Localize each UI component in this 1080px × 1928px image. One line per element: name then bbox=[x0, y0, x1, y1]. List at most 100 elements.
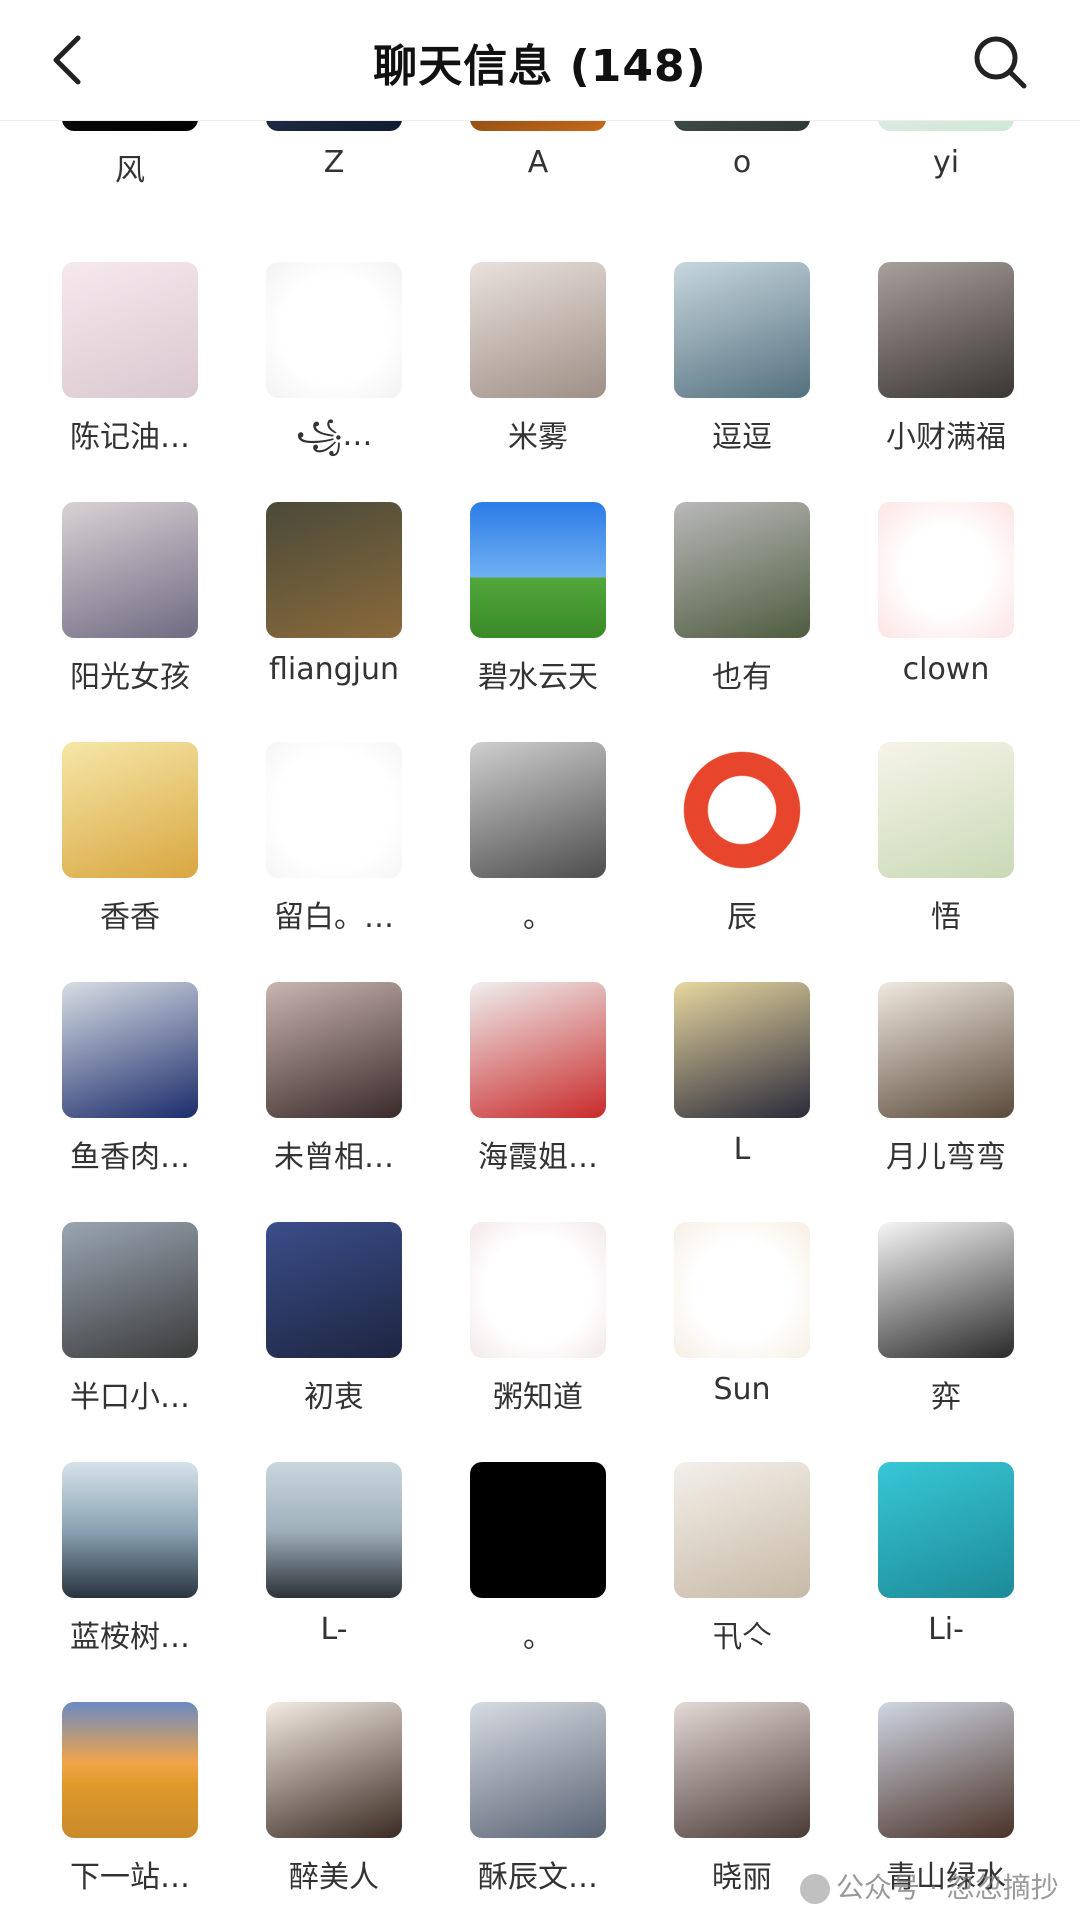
member-item[interactable]: 逗逗 bbox=[640, 262, 844, 502]
member-item[interactable]: L- bbox=[232, 1462, 436, 1702]
avatar-zhou-badge[interactable] bbox=[470, 1222, 606, 1358]
member-item[interactable]: 小财满福 bbox=[844, 262, 1048, 502]
chat-info-page: 风 Z Ao yi 陈记油… ꧁… 米雾 逗逗 小财满福 阳光女孩 fliangjun 碧水云天 也有 c… bbox=[0, 0, 1080, 1928]
member-item[interactable]: 悟 bbox=[844, 742, 1048, 982]
avatar-fuji-sunset[interactable] bbox=[62, 1702, 198, 1838]
avatar-two-girls[interactable] bbox=[674, 502, 810, 638]
avatar-painted-woman[interactable] bbox=[266, 1702, 402, 1838]
member-item[interactable]: 未曾相… bbox=[232, 982, 436, 1222]
member-item[interactable]: 陈记油… bbox=[28, 262, 232, 502]
member-item[interactable]: 。 bbox=[436, 1462, 640, 1702]
avatar-black[interactable] bbox=[470, 1462, 606, 1598]
member-item[interactable]: L bbox=[640, 982, 844, 1222]
page-title: 聊天信息 (148) bbox=[373, 41, 707, 92]
avatar-girl-polaroid[interactable] bbox=[878, 982, 1014, 1118]
avatar-child-badge[interactable] bbox=[674, 1462, 810, 1598]
member-item[interactable]: 阳光女孩 bbox=[28, 502, 232, 742]
member-name: 海霞姐… bbox=[478, 1140, 598, 1175]
member-name: 也有 bbox=[712, 660, 772, 695]
member-item[interactable]: 。 bbox=[436, 742, 640, 982]
member-name: 米雾 bbox=[508, 420, 568, 455]
member-name: 小财满福 bbox=[886, 420, 1006, 455]
avatar-horse-water[interactable] bbox=[878, 1462, 1014, 1598]
member-name: 半口小… bbox=[70, 1380, 190, 1415]
avatar-middle-aged-man[interactable] bbox=[878, 1702, 1014, 1838]
member-name: L bbox=[733, 1132, 751, 1167]
avatar-girl-photo[interactable] bbox=[62, 502, 198, 638]
member-name: 陈记油… bbox=[70, 420, 190, 455]
member-item[interactable]: clown bbox=[844, 502, 1048, 742]
watermark: 公众号 · 忽忽摘抄 bbox=[800, 1866, 1059, 1906]
avatar-woman-hat[interactable] bbox=[674, 1702, 810, 1838]
avatar-anime-man[interactable] bbox=[470, 1702, 606, 1838]
avatar-girl-selfie[interactable] bbox=[470, 262, 606, 398]
avatar-woman-red[interactable] bbox=[470, 982, 606, 1118]
member-item[interactable]: 留白。… bbox=[232, 742, 436, 982]
member-name: fliangjun bbox=[268, 652, 400, 687]
search-button[interactable] bbox=[968, 30, 1032, 94]
avatar-girl-filter[interactable] bbox=[266, 982, 402, 1118]
member-item[interactable]: 卂亽 bbox=[640, 1462, 844, 1702]
member-name: L- bbox=[320, 1612, 348, 1647]
member-name: 粥知道 bbox=[493, 1380, 583, 1415]
avatar-clown[interactable] bbox=[878, 502, 1014, 638]
avatar-girl-car[interactable] bbox=[878, 262, 1014, 398]
member-item[interactable]: 米雾 bbox=[436, 262, 640, 502]
member-item[interactable]: ꧁… bbox=[232, 262, 436, 502]
member-item[interactable]: Li- bbox=[844, 1462, 1048, 1702]
avatar-letter-g[interactable] bbox=[266, 262, 402, 398]
member-name: Li- bbox=[928, 1612, 964, 1647]
member-name: 留白。… bbox=[274, 900, 394, 935]
member-name: 月儿弯弯 bbox=[886, 1140, 1006, 1175]
member-item[interactable]: 酥辰文… bbox=[436, 1702, 640, 1928]
member-name: A bbox=[527, 145, 549, 180]
member-name: 弈 bbox=[931, 1380, 961, 1415]
member-name: 阳光女孩 bbox=[70, 660, 190, 695]
member-name: 。 bbox=[523, 1620, 553, 1655]
avatar-beach[interactable] bbox=[674, 262, 810, 398]
avatar-ink-woman[interactable] bbox=[878, 1222, 1014, 1358]
member-item[interactable]: 半口小… bbox=[28, 1222, 232, 1462]
member-item[interactable]: fliangjun bbox=[232, 502, 436, 742]
avatar-red-seal[interactable] bbox=[674, 742, 810, 878]
avatar-calligraphy[interactable] bbox=[878, 742, 1014, 878]
header-bar: 聊天信息 (148) bbox=[0, 0, 1080, 121]
member-name: Z bbox=[323, 145, 345, 180]
avatar-beach-man[interactable] bbox=[266, 1462, 402, 1598]
avatar-price-list[interactable] bbox=[62, 262, 198, 398]
member-item[interactable]: 也有 bbox=[640, 502, 844, 742]
wechat-icon bbox=[800, 1874, 830, 1904]
avatar-deer-logo[interactable] bbox=[62, 982, 198, 1118]
search-icon bbox=[974, 36, 1027, 89]
member-item[interactable]: 醉美人 bbox=[232, 1702, 436, 1928]
member-name: 香香 bbox=[100, 900, 160, 935]
avatar-panda[interactable] bbox=[266, 742, 402, 878]
member-item[interactable]: 碧水云天 bbox=[436, 502, 640, 742]
avatar-astronaut[interactable] bbox=[266, 1222, 402, 1358]
member-item[interactable]: Sun bbox=[640, 1222, 844, 1462]
avatar-cartoon-bear[interactable] bbox=[674, 1222, 810, 1358]
member-item[interactable]: 蓝桉树… bbox=[28, 1462, 232, 1702]
member-item[interactable]: 粥知道 bbox=[436, 1222, 640, 1462]
member-item[interactable]: 初衷 bbox=[232, 1222, 436, 1462]
member-item[interactable]: 弈 bbox=[844, 1222, 1048, 1462]
member-item[interactable]: 辰 bbox=[640, 742, 844, 982]
avatar-young-man[interactable] bbox=[62, 1222, 198, 1358]
member-item[interactable]: 鱼香肉… bbox=[28, 982, 232, 1222]
avatar-tree-field[interactable] bbox=[470, 502, 606, 638]
member-name: 蓝桉树… bbox=[70, 1620, 190, 1655]
member-name: ꧁… bbox=[295, 418, 373, 453]
avatar-cartoon-girl[interactable] bbox=[62, 742, 198, 878]
member-item[interactable]: 下一站… bbox=[28, 1702, 232, 1928]
member-name: 碧水云天 bbox=[478, 660, 598, 695]
avatar-sea-man[interactable] bbox=[62, 1462, 198, 1598]
member-name: 醉美人 bbox=[289, 1860, 379, 1895]
member-item[interactable]: 月儿弯弯 bbox=[844, 982, 1048, 1222]
avatar-boy[interactable] bbox=[470, 742, 606, 878]
avatar-movie-poster[interactable] bbox=[266, 502, 402, 638]
avatar-blond-man[interactable] bbox=[674, 982, 810, 1118]
member-name: 悟 bbox=[931, 900, 961, 935]
member-name: 未曾相… bbox=[274, 1140, 394, 1175]
member-item[interactable]: 海霞姐… bbox=[436, 982, 640, 1222]
member-item[interactable]: 香香 bbox=[28, 742, 232, 982]
